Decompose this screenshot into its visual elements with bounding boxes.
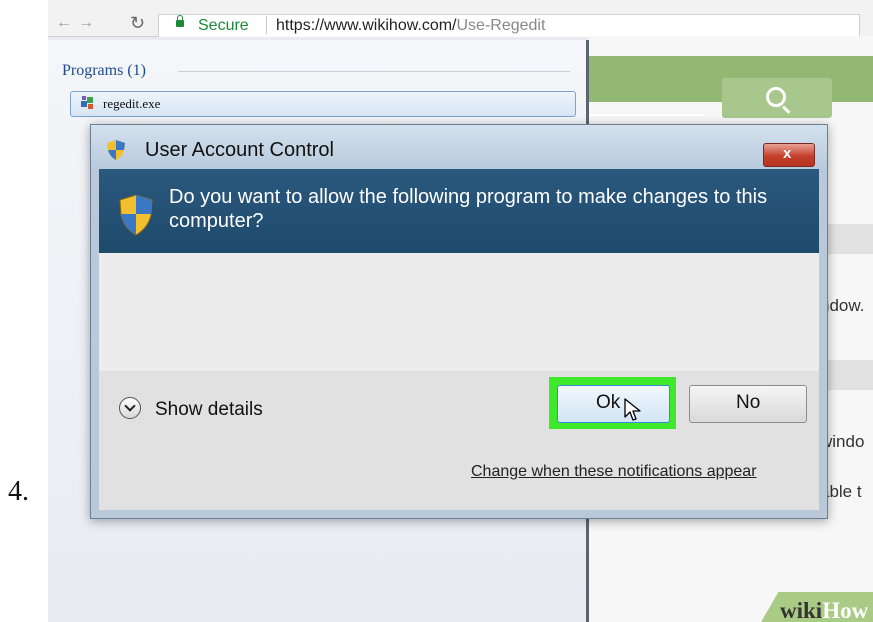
back-forward-icon[interactable]: ←→	[56, 14, 100, 32]
reload-icon[interactable]: ↻	[130, 13, 145, 34]
no-button[interactable]: No	[689, 385, 807, 423]
url-path: Use-Regedit	[456, 17, 546, 34]
close-icon: x	[783, 145, 792, 162]
dialog-title: User Account Control	[145, 139, 334, 161]
regedit-icon	[81, 96, 93, 109]
step-number: 4.	[8, 476, 29, 507]
result-label: regedit.exe	[103, 96, 161, 111]
uac-dialog: User Account Control x Do you want to al…	[90, 124, 828, 519]
change-notifications-link[interactable]: Change when these notifications appear	[471, 463, 757, 481]
no-button-label: No	[736, 392, 761, 413]
show-details-button[interactable]: Show details	[155, 399, 263, 421]
watermark-wiki: wiki	[780, 598, 823, 622]
dialog-titlebar: User Account Control x	[91, 125, 827, 169]
dialog-body	[99, 253, 819, 371]
search-more-fragment: ◦ —— —— ——	[58, 616, 159, 622]
secure-label: Secure	[198, 17, 249, 34]
search-result-regedit[interactable]: regedit.exe	[70, 91, 576, 117]
browser-toolbar: ←→ ↻ Secure https://www.wikihow.com/Use-…	[48, 0, 873, 37]
ok-button-label: Ok	[596, 392, 621, 413]
close-button[interactable]: x	[763, 143, 815, 167]
address-separator	[266, 16, 267, 34]
dialog-prompt-header: Do you want to allow the following progr…	[99, 169, 819, 253]
screen: ←→ ↻ Secure https://www.wikihow.com/Use-…	[48, 0, 873, 622]
chevron-down-icon[interactable]	[119, 397, 141, 419]
uac-shield-icon	[119, 194, 153, 236]
dialog-footer: Show details Ok No Change when these not…	[99, 371, 819, 510]
search-button[interactable]	[722, 78, 832, 118]
search-icon	[766, 87, 786, 107]
site-header	[588, 56, 873, 118]
ok-button[interactable]: Ok	[557, 385, 670, 423]
programs-heading: Programs (1)	[62, 62, 146, 79]
uac-shield-icon	[107, 140, 125, 160]
divider	[178, 71, 570, 72]
dialog-content: Do you want to allow the following progr…	[99, 169, 819, 510]
lock-icon	[176, 15, 184, 27]
url-host: https://www.wikihow.com/	[276, 17, 457, 34]
dialog-question: Do you want to allow the following progr…	[169, 186, 768, 232]
wikihow-watermark: wikiHow	[780, 598, 868, 622]
watermark-how: How	[822, 598, 869, 622]
pointer-cursor-icon	[624, 398, 641, 421]
search-field-underline	[588, 114, 704, 116]
url-text[interactable]: https://www.wikihow.com/Use-Regedit	[276, 17, 545, 35]
